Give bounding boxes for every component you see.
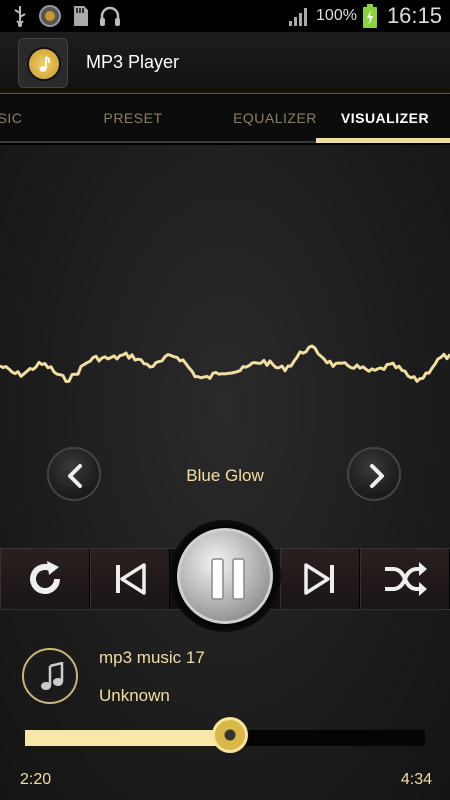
previous-preset-button[interactable] <box>47 447 101 501</box>
seek-progress <box>25 730 230 746</box>
app-notification-icon <box>39 5 61 27</box>
tab-label: VISUALIZER <box>340 110 430 126</box>
visualizer-panel: Blue Glow <box>0 145 450 800</box>
tab-label: SIC <box>0 110 23 126</box>
chevron-left-icon <box>68 464 82 488</box>
usb-icon <box>14 6 26 27</box>
tab-active-indicator <box>316 138 450 143</box>
play-pause-button[interactable] <box>169 520 281 632</box>
chevron-right-icon <box>370 464 384 488</box>
tab-music[interactable]: SIC <box>0 95 30 141</box>
app-title: MP3 Player <box>86 52 180 72</box>
shuffle-button[interactable] <box>360 549 450 609</box>
pause-icon <box>211 558 245 600</box>
tab-preset[interactable]: PRESET <box>68 95 198 141</box>
battery-percent: 100% <box>316 7 357 24</box>
tab-label: PRESET <box>103 110 163 126</box>
skip-previous-icon <box>116 563 146 595</box>
repeat-button[interactable] <box>0 549 90 609</box>
track-title: mp3 music 17 <box>99 648 205 667</box>
signal-icon <box>289 8 308 26</box>
app-logo[interactable] <box>18 38 68 88</box>
repeat-icon <box>30 561 60 594</box>
tab-bar: SIC PRESET EQUALIZER VISUALIZER <box>0 95 450 143</box>
seek-thumb[interactable] <box>212 717 248 753</box>
status-bar: 100% 16:15 <box>0 0 450 32</box>
track-artist: Unknown <box>99 686 170 705</box>
waveform <box>0 344 450 383</box>
preset-name: Blue Glow <box>186 466 264 485</box>
tab-label: EQUALIZER <box>233 110 317 126</box>
next-preset-button[interactable] <box>347 447 401 501</box>
track-art <box>22 648 78 704</box>
next-track-button[interactable] <box>280 549 360 609</box>
music-note-icon <box>27 47 61 81</box>
shuffle-icon <box>385 562 427 596</box>
clock: 16:15 <box>386 3 442 28</box>
sd-card-icon <box>74 6 88 26</box>
headphones-icon <box>100 6 120 26</box>
battery-charging-icon <box>362 4 377 28</box>
skip-next-icon <box>304 563 334 595</box>
time-total: 4:34 <box>400 771 432 788</box>
music-note-icon <box>41 662 64 690</box>
time-elapsed: 2:20 <box>20 771 52 788</box>
app-bar: MP3 Player <box>0 32 450 94</box>
tab-visualizer[interactable]: VISUALIZER <box>318 95 450 141</box>
previous-track-button[interactable] <box>90 549 170 609</box>
